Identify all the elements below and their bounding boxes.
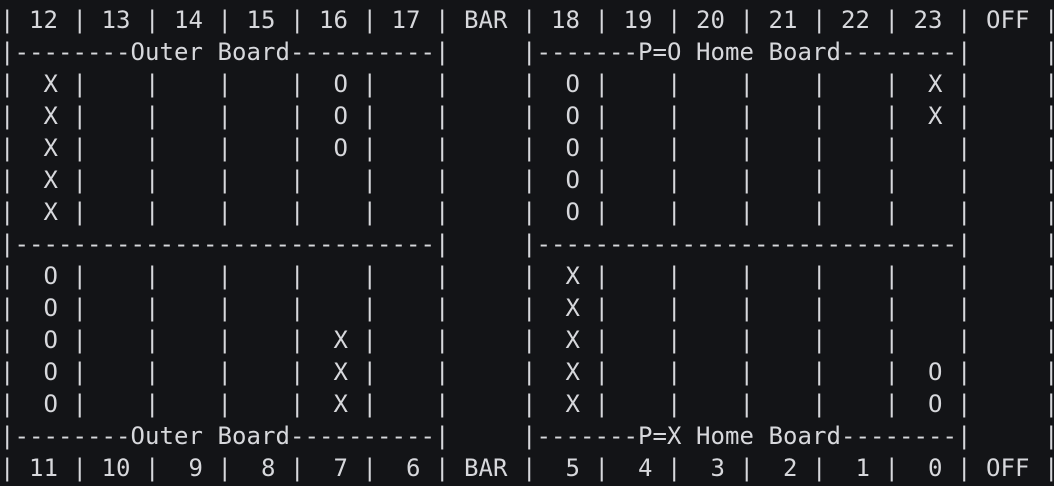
- bottom-board-label-row: |--------Outer Board----------| |-------…: [0, 422, 1054, 450]
- top-checker-row-3: | X | | | | O | | | O | | | | | | |: [0, 134, 1054, 162]
- top-checker-row-5: | X | | | | | | | O | | | | | | |: [0, 198, 1054, 226]
- terminal-window: | 12 | 13 | 14 | 15 | 16 | 17 | BAR | 18…: [0, 4, 1054, 486]
- top-checker-row-2: | X | | | | O | | | O | | | | | X | |: [0, 102, 1054, 130]
- top-board-label-row: |--------Outer Board----------| |-------…: [0, 38, 1054, 66]
- bottom-checker-row-5: | O | | | | X | | | X | | | | | O | |: [0, 390, 1054, 418]
- bottom-checker-row-1: | O | | | | | | | X | | | | | | |: [0, 262, 1054, 290]
- bottom-checker-row-4: | O | | | | X | | | X | | | | | O | |: [0, 358, 1054, 386]
- bottom-checker-row-2: | O | | | | | | | X | | | | | | |: [0, 294, 1054, 322]
- middle-divider-row: |-----------------------------| |-------…: [0, 230, 1054, 258]
- bottom-point-numbers-row: | 11 | 10 | 9 | 8 | 7 | 6 | BAR | 5 | 4 …: [0, 454, 1054, 482]
- top-checker-row-4: | X | | | | | | | O | | | | | | |: [0, 166, 1054, 194]
- top-point-numbers-row: | 12 | 13 | 14 | 15 | 16 | 17 | BAR | 18…: [0, 6, 1054, 34]
- bottom-checker-row-3: | O | | | | X | | | X | | | | | | |: [0, 326, 1054, 354]
- top-checker-row-1: | X | | | | O | | | O | | | | | X | |: [0, 70, 1054, 98]
